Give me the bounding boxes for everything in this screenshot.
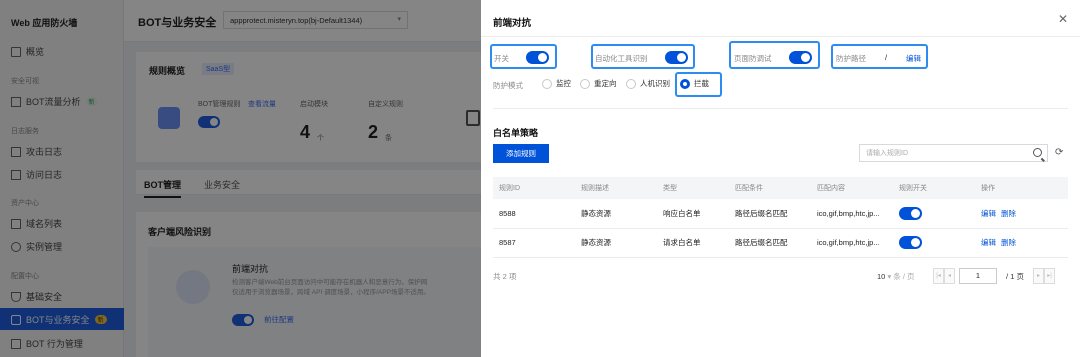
match-content-cell: ico,gif,bmp,htc,jp... (811, 199, 893, 229)
actions-cell: 编辑 删除 (975, 228, 1068, 258)
table-header-row: 规则ID 规则描述 类型 匹配条件 匹配内容 规则开关 操作 (493, 177, 1068, 199)
col-header-match-cond: 匹配条件 (729, 177, 811, 199)
drawer-title: 前端对抗 (493, 18, 532, 29)
page-size-select[interactable]: 10 ▾ 条 / 页 (877, 271, 915, 282)
protect-mode-label: 防护模式 (493, 81, 523, 90)
total-count: 共 2 项 (493, 272, 517, 281)
total-pages: / 1 页 (1006, 271, 1024, 281)
table-row: 8588 静态资源 响应白名单 路径后缀名匹配 ico,gif,bmp,htc,… (493, 199, 1068, 229)
rule-switch-cell (893, 199, 975, 229)
delete-rule-link[interactable]: 删除 (1001, 209, 1016, 218)
rule-search-input[interactable] (860, 145, 1020, 161)
next-page-icon[interactable]: ▸ (1033, 268, 1044, 284)
rule-desc-cell: 静态资源 (575, 228, 657, 258)
col-header-rule-switch: 规则开关 (893, 177, 975, 199)
close-icon[interactable]: ✕ (1058, 13, 1068, 25)
rule-search-box (859, 144, 1048, 162)
protect-path-value: / (885, 53, 888, 62)
prev-page-icon[interactable]: ◂ (944, 268, 955, 284)
auto-tool-toggle[interactable] (665, 51, 688, 64)
edit-rule-link[interactable]: 编辑 (981, 238, 996, 247)
chevron-down-icon: ▾ (887, 272, 892, 281)
rule-type-cell: 请求白名单 (657, 228, 729, 258)
section-divider (493, 108, 1068, 109)
rule-type-cell: 响应白名单 (657, 199, 729, 229)
auto-tool-label: 自动化工具识别 (595, 54, 648, 63)
search-icon[interactable] (1033, 148, 1042, 157)
protect-path-label: 防护路径 (836, 54, 866, 63)
radio-icon (580, 78, 590, 89)
rule-desc-cell: 静态资源 (575, 199, 657, 229)
frontend-defense-drawer: 前端对抗 ✕ 开关 自动化工具识别 页面防调试 防护路径 / 编辑 防护模式 监… (481, 0, 1080, 357)
rule-toggle[interactable] (899, 206, 922, 220)
table-row: 8587 静态资源 请求白名单 路径后缀名匹配 ico,gif,bmp,htc,… (493, 228, 1068, 258)
col-header-actions: 操作 (975, 177, 1068, 199)
page-debug-toggle[interactable] (789, 51, 812, 64)
enable-toggle[interactable] (526, 51, 549, 64)
last-page-icon[interactable]: ▸| (1044, 268, 1055, 284)
match-content-cell: ico,gif,bmp,htc,jp... (811, 228, 893, 258)
edit-rule-link[interactable]: 编辑 (981, 209, 996, 218)
radio-selected-icon (680, 78, 690, 89)
col-header-rule-desc: 规则描述 (575, 177, 657, 199)
match-cond-cell: 路径后缀名匹配 (729, 228, 811, 258)
col-header-rule-id: 规则ID (493, 177, 575, 199)
rule-id-cell: 8588 (493, 199, 575, 229)
rule-id-cell: 8587 (493, 228, 575, 258)
first-page-icon[interactable]: |◂ (933, 268, 944, 284)
mode-radio-captcha[interactable]: 人机识别 (626, 78, 670, 89)
col-header-type: 类型 (657, 177, 729, 199)
page-number-input[interactable]: 1 (959, 268, 997, 284)
rule-toggle[interactable] (899, 236, 922, 249)
pagination: |◂ ◂ 1 / 1 页 ▸ ▸| (933, 268, 1055, 284)
match-cond-cell: 路径后缀名匹配 (729, 199, 811, 229)
protect-path-edit-link[interactable]: 编辑 (906, 53, 921, 64)
whitelist-title: 白名单策略 (493, 128, 539, 138)
add-rule-button[interactable]: 添加规则 (493, 144, 549, 163)
mode-radio-monitor[interactable]: 监控 (542, 78, 571, 89)
actions-cell: 编辑 删除 (975, 199, 1068, 229)
radio-icon (626, 78, 636, 89)
whitelist-table: 规则ID 规则描述 类型 匹配条件 匹配内容 规则开关 操作 8588 静态资源… (493, 177, 1068, 258)
rule-switch-cell (893, 228, 975, 258)
delete-rule-link[interactable]: 删除 (1001, 238, 1016, 247)
col-header-match-content: 匹配内容 (811, 177, 893, 199)
refresh-icon[interactable]: ⟳ (1055, 148, 1063, 158)
radio-icon (542, 78, 552, 89)
enable-label: 开关 (494, 54, 509, 63)
mode-radio-redirect[interactable]: 重定向 (580, 78, 617, 89)
page-debug-label: 页面防调试 (734, 54, 772, 63)
mode-radio-block[interactable]: 拦截 (680, 78, 709, 89)
drawer-divider (481, 36, 1080, 37)
